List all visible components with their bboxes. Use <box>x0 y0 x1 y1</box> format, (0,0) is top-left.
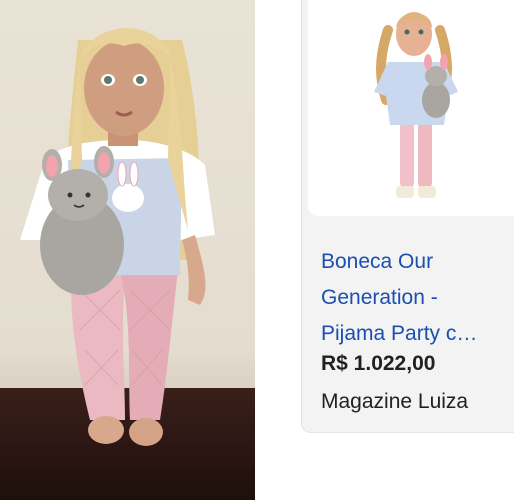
product-doll-image <box>308 0 514 216</box>
doll-illustration <box>20 28 215 446</box>
product-price: R$ 1.022,00 <box>321 352 436 375</box>
product-thumbnail[interactable] <box>308 0 514 216</box>
store-name: Magazine Luiza <box>321 390 469 413</box>
product-result-card[interactable]: Boneca Our Generation - Pijama Party c… … <box>301 0 514 433</box>
product-title-line: Generation - <box>321 286 438 309</box>
product-title-line: Pijama Party c… <box>321 322 478 345</box>
product-title-line: Boneca Our <box>321 250 434 273</box>
product-title-link[interactable]: Boneca Our Generation - Pijama Party c… <box>321 244 511 352</box>
uploaded-doll-photo <box>0 0 255 500</box>
